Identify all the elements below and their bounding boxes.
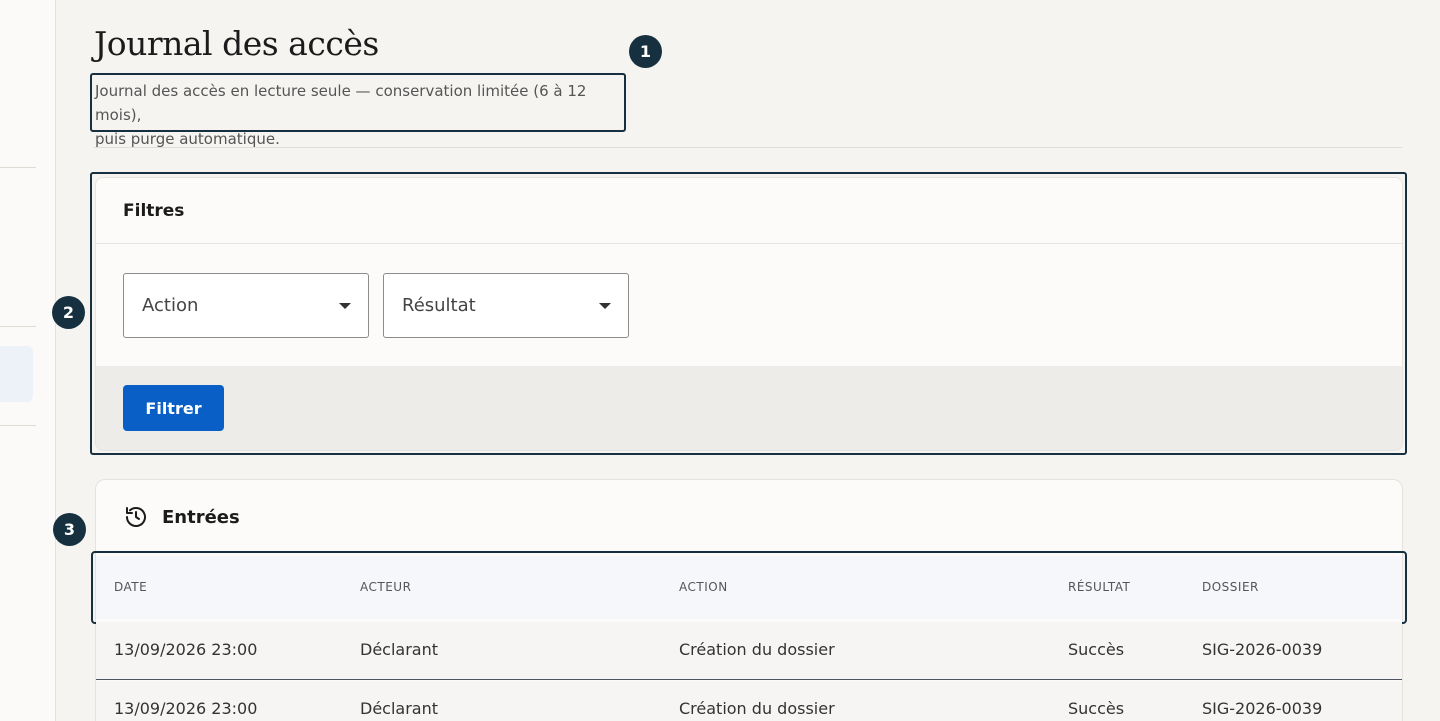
table-header-highlight — [91, 551, 1407, 624]
action-select[interactable]: Action — [123, 273, 369, 338]
cell-action: Création du dossier — [679, 640, 835, 659]
filters-header: Filtres — [96, 178, 1402, 244]
sidebar-item-active[interactable] — [0, 346, 33, 402]
marker-2: 2 — [52, 296, 85, 329]
cell-date: 13/09/2026 23:00 — [114, 699, 258, 718]
cell-dossier: SIG-2026-0039 — [1202, 640, 1323, 659]
cell-date: 13/09/2026 23:00 — [114, 640, 258, 659]
sidebar-divider — [0, 425, 36, 426]
table-row[interactable]: 13/09/2026 23:00 Déclarant Création du d… — [96, 681, 1402, 721]
chevron-down-icon — [339, 303, 351, 309]
chevron-down-icon — [599, 303, 611, 309]
history-icon — [124, 505, 148, 529]
entries-title: Entrées — [162, 506, 240, 528]
cell-actor: Déclarant — [360, 699, 439, 718]
cell-actor: Déclarant — [360, 640, 439, 659]
table-row[interactable]: 13/09/2026 23:00 Déclarant Création du d… — [96, 622, 1402, 680]
marker-3: 3 — [53, 513, 86, 546]
sidebar — [0, 0, 56, 721]
result-select[interactable]: Résultat — [383, 273, 629, 338]
filters-panel: Filtres Action Résultat Filtrer — [95, 177, 1403, 451]
filter-button[interactable]: Filtrer — [123, 385, 224, 431]
page-description: Journal des accès en lecture seule — con… — [90, 73, 626, 148]
filters-title: Filtres — [123, 200, 185, 221]
sidebar-divider — [0, 326, 36, 327]
description-line-1: Journal des accès en lecture seule — con… — [95, 82, 587, 124]
cell-result: Succès — [1068, 640, 1125, 659]
marker-1: 1 — [629, 35, 662, 68]
header-divider — [94, 147, 1402, 148]
action-select-label: Action — [142, 295, 199, 316]
page-title: Journal des accès — [94, 24, 379, 63]
result-select-label: Résultat — [402, 295, 476, 316]
entries-header: Entrées — [124, 505, 240, 529]
cell-dossier: SIG-2026-0039 — [1202, 699, 1323, 718]
sidebar-divider — [0, 167, 36, 168]
cell-result: Succès — [1068, 699, 1125, 718]
filters-footer: Filtrer — [96, 366, 1402, 450]
cell-action: Création du dossier — [679, 699, 835, 718]
